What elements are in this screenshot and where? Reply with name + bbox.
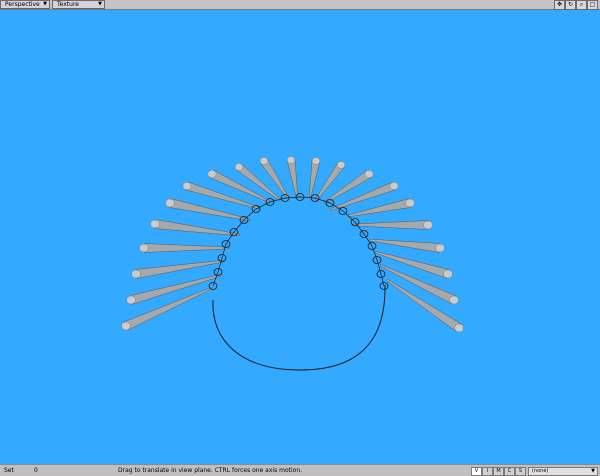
3d-viewport[interactable]: [0, 10, 600, 464]
tube-cap: [259, 157, 269, 165]
status-bar: Set 0 Drag to translate in view plane. C…: [0, 464, 600, 476]
tube-cap: [207, 169, 217, 179]
tube-cap: [311, 157, 321, 165]
rotate-view-icon[interactable]: ↻: [565, 0, 576, 10]
tube-body: [154, 219, 241, 237]
tube-cap: [126, 295, 136, 305]
spline-arc: [212, 196, 385, 287]
tube-cap: [449, 295, 459, 305]
tube-cap: [121, 321, 131, 331]
tube-cap: [389, 181, 399, 191]
tube-body: [135, 259, 225, 279]
viewport-toolbar: Perspective ▼ Texture ▼ ✥ ↻ ⌕ □: [0, 0, 600, 10]
tube-cap: [150, 219, 160, 229]
view-mode-dropdown[interactable]: Perspective ▼: [0, 0, 50, 9]
tube-cap: [165, 198, 175, 208]
selection-label: (none): [532, 468, 549, 474]
tube-body: [308, 160, 321, 198]
tube-group: [121, 156, 464, 333]
tube-cap: [131, 269, 141, 279]
tube-cap: [182, 181, 192, 191]
view-mode-label: Perspective: [5, 1, 40, 8]
move-view-icon[interactable]: ✥: [554, 0, 565, 10]
tube-body: [374, 250, 450, 279]
spline-curve: [212, 284, 386, 371]
tube-cap: [405, 198, 415, 208]
tube-body: [351, 220, 429, 230]
tube-cap: [454, 323, 464, 333]
tube-cap: [139, 243, 149, 253]
tube-cap: [423, 220, 433, 230]
frame-value: 0: [34, 467, 38, 474]
shading-mode-dropdown[interactable]: Texture ▼: [52, 0, 105, 9]
chevron-down-icon: ▼: [43, 1, 47, 7]
tube-body: [369, 238, 441, 253]
shading-mode-label: Texture: [57, 1, 79, 8]
tube-body: [185, 181, 260, 210]
viewport-scene: [121, 156, 464, 371]
tube-body: [286, 159, 299, 198]
tube-cap: [336, 161, 346, 169]
status-hint: Drag to translate in view plane. CTRL fo…: [118, 467, 303, 474]
set-label: Set: [4, 467, 14, 474]
zoom-view-icon[interactable]: ⌕: [576, 0, 587, 10]
maximize-view-icon[interactable]: □: [587, 0, 598, 10]
chevron-down-icon: ▼: [591, 468, 595, 474]
tube-cap: [364, 169, 374, 179]
tube-body: [143, 243, 230, 253]
tube-cap: [286, 156, 296, 164]
chevron-down-icon: ▼: [98, 1, 102, 7]
spline-loop-group: [208, 193, 389, 290]
tube-cap: [234, 163, 244, 171]
tube-cap: [435, 243, 445, 253]
tube-cap: [443, 269, 453, 279]
